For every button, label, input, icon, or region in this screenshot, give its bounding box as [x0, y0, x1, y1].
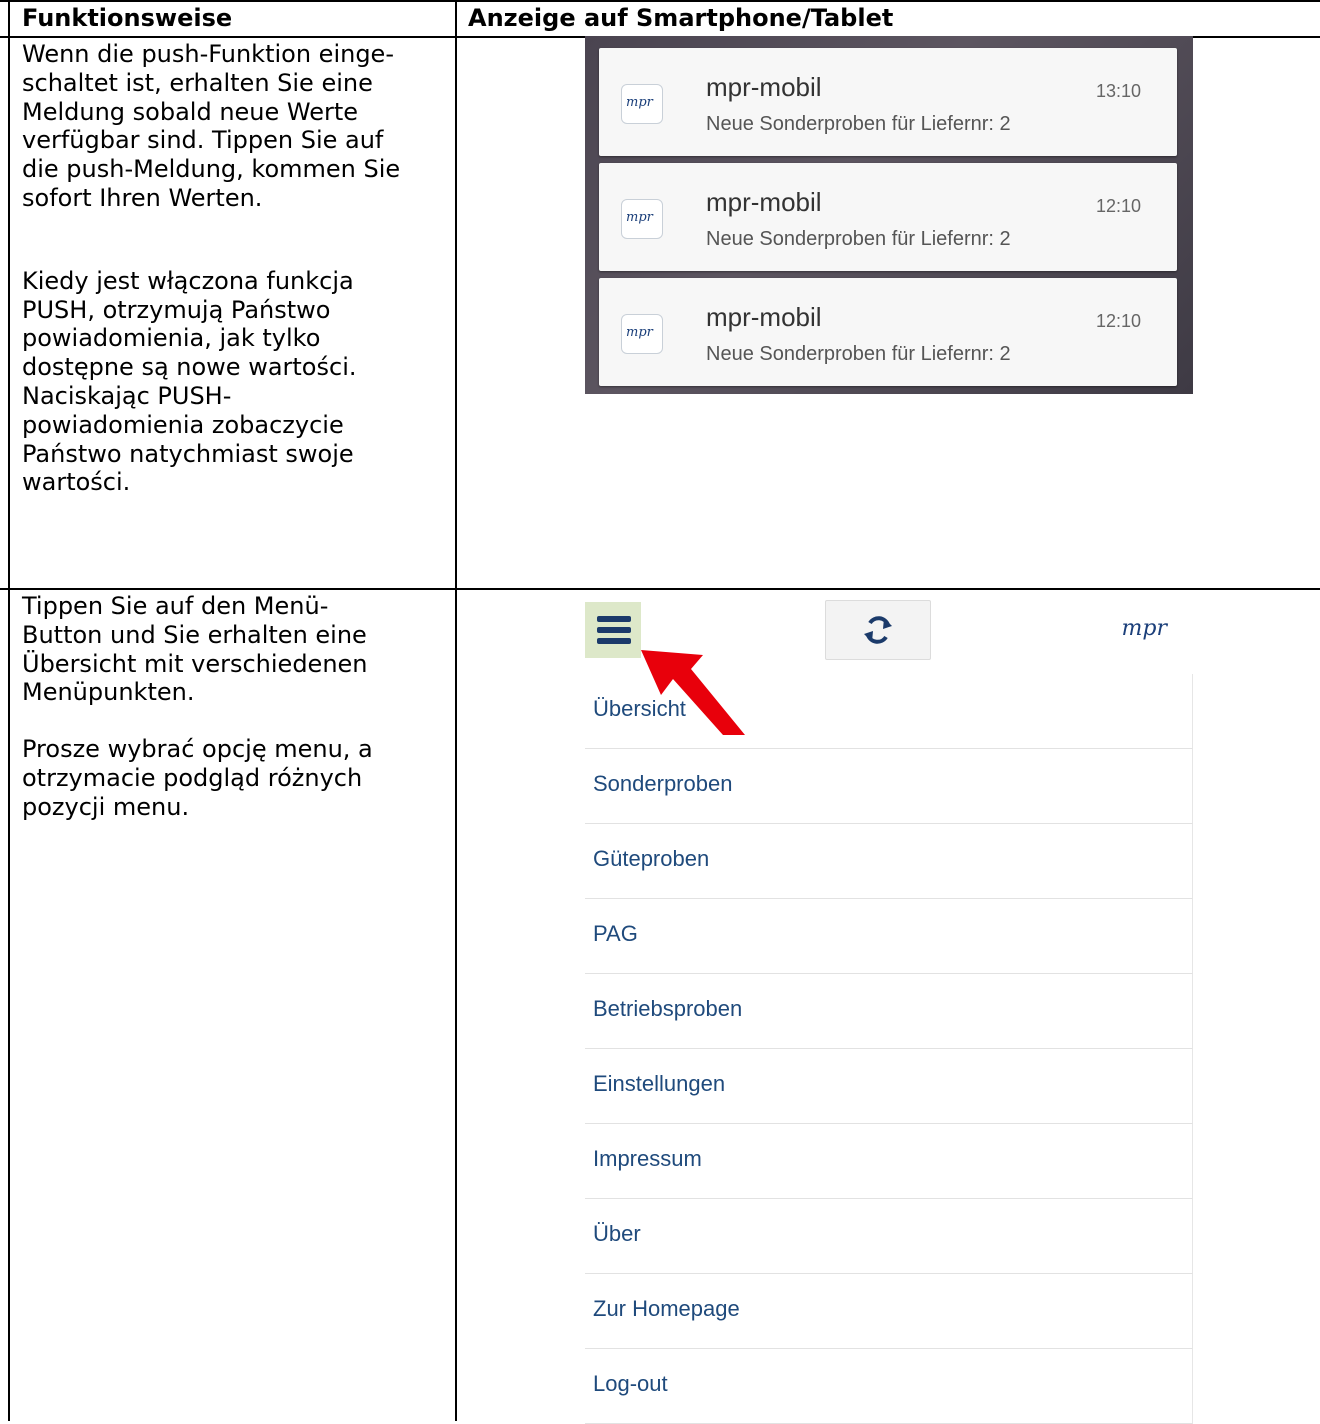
notification-time: 12:10 [1095, 196, 1141, 216]
menu-item-homepage[interactable]: Zur Homepage [585, 1274, 1193, 1349]
menu-item-sonderproben[interactable]: Sonderproben [585, 749, 1193, 824]
column-divider [455, 0, 457, 1421]
row1-pl-line: Państwo natychmiast swoje [22, 439, 354, 468]
menu-item-label: Impressum [593, 1146, 702, 1171]
red-arrow-icon [641, 650, 745, 735]
notification-card[interactable]: mpr mpr-mobil 13:10 Neue Sonderproben fü… [599, 48, 1177, 156]
row2-pl-line: otrzymacie podgląd różnych [22, 763, 363, 792]
menu-item-label: Zur Homepage [593, 1296, 740, 1321]
menu-item-label: Einstellungen [593, 1071, 726, 1096]
row1-pl-line: Kiedy jest włączona funkcja [22, 266, 354, 295]
row1-bottom-border [0, 588, 1320, 590]
menu-item-label: Güteproben [593, 846, 710, 871]
menu-item-einstellungen[interactable]: Einstellungen [585, 1049, 1193, 1124]
row2-de-line: Tippen Sie auf den Menü- [22, 592, 329, 620]
header-anzeige: Anzeige auf Smartphone/Tablet [468, 4, 894, 32]
row1-description: Wenn die push-Funktion einge- schaltet i… [22, 40, 447, 497]
notification-time: 13:10 [1095, 81, 1141, 101]
menu-item-pag[interactable]: PAG [585, 899, 1193, 974]
row1-de-line: die push-Meldung, kommen Sie [22, 155, 401, 184]
app-menu: Übersicht Sonderproben Güteproben PAG Be… [585, 674, 1193, 1424]
menu-item-label: PAG [593, 921, 638, 946]
notification-app-name: mpr-mobil [706, 187, 822, 217]
mpr-logo-icon: mpr [621, 84, 663, 124]
row1-de-line: sofort Ihren Werten. [22, 183, 263, 212]
notification-screenshot: mpr mpr-mobil 13:10 Neue Sonderproben fü… [585, 36, 1193, 394]
row2-pl-line: Prosze wybrać opcję menu, a [22, 735, 373, 764]
notification-app-name: mpr-mobil [706, 302, 822, 332]
row2-pl-line: pozycji menu. [22, 792, 190, 821]
notification-app-name: mpr-mobil [706, 72, 822, 102]
notification-card[interactable]: mpr mpr-mobil 12:10 Neue Sonderproben fü… [599, 163, 1177, 271]
row1-pl-line: Naciskając PUSH- [22, 381, 232, 410]
notification-message: Neue Sonderproben für Liefernr: 2 [706, 343, 1011, 365]
menu-item-betriebsproben[interactable]: Betriebsproben [585, 974, 1193, 1049]
menu-item-impressum[interactable]: Impressum [585, 1124, 1193, 1199]
row1-de-line: verfügbar sind. Tippen Sie auf [22, 126, 384, 155]
menu-item-label: Über [593, 1221, 641, 1246]
row1-pl-line: dostępne są nowe wartości. [22, 353, 357, 382]
menu-item-gueteproben[interactable]: Güteproben [585, 824, 1193, 899]
table-top-border [0, 0, 1320, 2]
notification-card[interactable]: mpr mpr-mobil 12:10 Neue Sonderproben fü… [599, 278, 1177, 386]
notification-time: 12:10 [1095, 311, 1141, 331]
menu-item-logout[interactable]: Log-out [585, 1349, 1193, 1424]
row2-de-line: Übersicht mit verschiedenen [22, 649, 368, 678]
row1-de-line: Wenn die push-Funktion einge- [22, 40, 394, 68]
notification-message: Neue Sonderproben für Liefernr: 2 [706, 228, 1011, 250]
mpr-logo-icon: mpr [621, 314, 663, 354]
row1-de-line: Meldung sobald neue Werte [22, 97, 359, 126]
refresh-button[interactable] [825, 600, 931, 660]
menu-item-label: Sonderproben [593, 771, 733, 796]
row2-description: Tippen Sie auf den Menü- Button und Sie … [22, 592, 447, 822]
row1-pl-line: powiadomienia zobaczycie [22, 410, 344, 439]
menu-item-ueber[interactable]: Über [585, 1199, 1193, 1274]
mpr-logo-icon: mpr [621, 199, 663, 239]
table-left-border [8, 0, 10, 1421]
row1-pl-line: powiadomienia, jak tylko [22, 324, 321, 353]
header-funktionsweise: Funktionsweise [22, 4, 233, 32]
notification-message: Neue Sonderproben für Liefernr: 2 [706, 113, 1011, 135]
mpr-logo: mpr [1121, 616, 1167, 641]
refresh-icon [864, 616, 892, 644]
menu-item-label: Log-out [593, 1371, 668, 1396]
menu-item-label: Betriebsproben [593, 996, 743, 1021]
row1-pl-line: wartości. [22, 468, 131, 497]
row1-de-line: schaltet ist, erhalten Sie eine [22, 68, 373, 97]
row1-pl-line: PUSH, otrzymują Państwo [22, 295, 331, 324]
row2-de-line: Menüpunkten. [22, 678, 195, 707]
row2-de-line: Button und Sie erhalten eine [22, 620, 367, 649]
